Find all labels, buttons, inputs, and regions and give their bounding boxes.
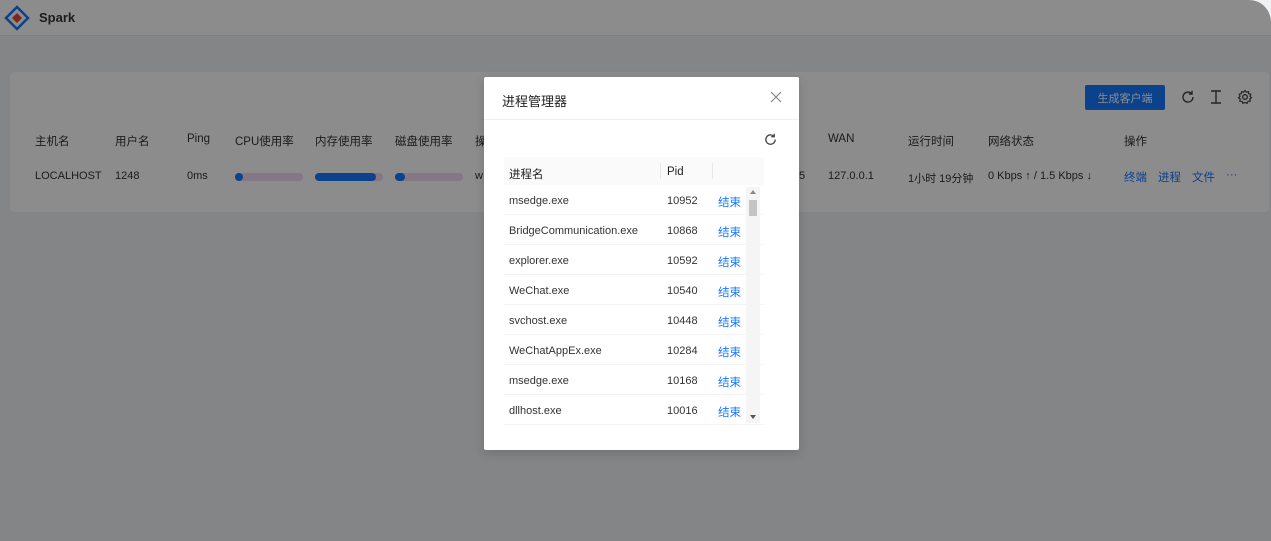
end-process-link[interactable]: 结束 (718, 374, 741, 390)
process-pid: 10868 (667, 225, 698, 237)
app-window: Spark 生成客户端 主机名 用户名 Ping CPU使用率 内存使用率 磁盘… (0, 0, 1271, 541)
modal-refresh-icon[interactable] (763, 132, 778, 147)
process-pid: 10168 (667, 375, 698, 387)
scroll-thumb[interactable] (749, 200, 757, 216)
modal-header: 进程管理器 (484, 77, 799, 120)
col-pid: Pid (667, 166, 684, 178)
process-pid: 10952 (667, 195, 698, 207)
close-icon[interactable] (770, 91, 782, 103)
process-pid: 10284 (667, 345, 698, 357)
end-process-link[interactable]: 结束 (718, 254, 741, 270)
process-scrollbar[interactable] (746, 187, 760, 423)
process-name: msedge.exe (509, 195, 569, 207)
process-table-header: 进程名 Pid (504, 157, 764, 185)
process-pid: 10540 (667, 285, 698, 297)
end-process-link[interactable]: 结束 (718, 284, 741, 300)
process-rows: msedge.exe 10952 结束 BridgeCommunication.exe… (504, 185, 764, 425)
end-process-link[interactable]: 结束 (718, 224, 741, 240)
process-table: 进程名 Pid msedge.exe 10952 结束 BridgeCommunica… (504, 157, 780, 500)
process-manager-modal: 进程管理器 进程名 Pid msedge.exe 10952 结束 BridgeCom… (484, 77, 799, 450)
header-divider (712, 163, 713, 179)
process-row: WeChat.exe 10540 结束 (504, 275, 764, 305)
process-pid: 10592 (667, 255, 698, 267)
process-row: explorer.exe 10592 结束 (504, 245, 764, 275)
scroll-down-arrow-icon[interactable] (750, 415, 756, 419)
process-name: WeChatAppEx.exe (509, 345, 602, 357)
process-name: msedge.exe (509, 375, 569, 387)
process-row: msedge.exe 10168 结束 (504, 365, 764, 395)
process-name: dllhost.exe (509, 405, 562, 417)
process-name: BridgeCommunication.exe (509, 225, 639, 237)
process-pid: 10016 (667, 405, 698, 417)
process-name: svchost.exe (509, 315, 568, 327)
process-name: WeChat.exe (509, 285, 570, 297)
col-process-name: 进程名 (509, 169, 544, 181)
process-row: svchost.exe 10448 结束 (504, 305, 764, 335)
process-row: WeChatAppEx.exe 10284 结束 (504, 335, 764, 365)
scroll-up-arrow-icon[interactable] (750, 190, 756, 194)
modal-title: 进程管理器 (502, 94, 568, 109)
process-row: msedge.exe 10952 结束 (504, 185, 764, 215)
process-pid: 10448 (667, 315, 698, 327)
process-row: dllhost.exe 10016 结束 (504, 395, 764, 425)
end-process-link[interactable]: 结束 (718, 194, 741, 210)
end-process-link[interactable]: 结束 (718, 404, 741, 420)
process-name: explorer.exe (509, 255, 569, 267)
header-divider (660, 163, 661, 179)
process-row: BridgeCommunication.exe 10868 结束 (504, 215, 764, 245)
end-process-link[interactable]: 结束 (718, 344, 741, 360)
end-process-link[interactable]: 结束 (718, 314, 741, 330)
